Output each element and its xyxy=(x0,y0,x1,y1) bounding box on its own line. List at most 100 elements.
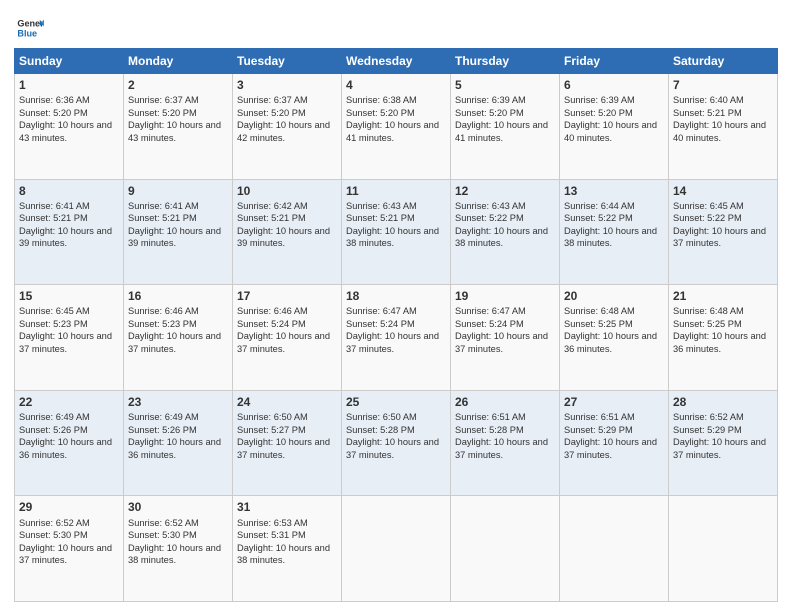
calendar-cell: 5Sunrise: 6:39 AM Sunset: 5:20 PM Daylig… xyxy=(451,74,560,180)
day-header-friday: Friday xyxy=(560,49,669,74)
day-number: 16 xyxy=(128,288,228,304)
cell-content: Sunrise: 6:39 AM Sunset: 5:20 PM Dayligh… xyxy=(455,94,555,144)
cell-content: Sunrise: 6:53 AM Sunset: 5:31 PM Dayligh… xyxy=(237,517,337,567)
cell-content: Sunrise: 6:46 AM Sunset: 5:23 PM Dayligh… xyxy=(128,305,228,355)
calendar-cell: 29Sunrise: 6:52 AM Sunset: 5:30 PM Dayli… xyxy=(15,496,124,602)
calendar-cell: 19Sunrise: 6:47 AM Sunset: 5:24 PM Dayli… xyxy=(451,285,560,391)
calendar-table: SundayMondayTuesdayWednesdayThursdayFrid… xyxy=(14,48,778,602)
cell-content: Sunrise: 6:44 AM Sunset: 5:22 PM Dayligh… xyxy=(564,200,664,250)
calendar-cell: 3Sunrise: 6:37 AM Sunset: 5:20 PM Daylig… xyxy=(233,74,342,180)
calendar-cell: 24Sunrise: 6:50 AM Sunset: 5:27 PM Dayli… xyxy=(233,390,342,496)
day-number: 27 xyxy=(564,394,664,410)
calendar-cell: 10Sunrise: 6:42 AM Sunset: 5:21 PM Dayli… xyxy=(233,179,342,285)
cell-content: Sunrise: 6:41 AM Sunset: 5:21 PM Dayligh… xyxy=(19,200,119,250)
cell-content: Sunrise: 6:37 AM Sunset: 5:20 PM Dayligh… xyxy=(237,94,337,144)
calendar-cell: 14Sunrise: 6:45 AM Sunset: 5:22 PM Dayli… xyxy=(669,179,778,285)
day-number: 21 xyxy=(673,288,773,304)
day-number: 5 xyxy=(455,77,555,93)
day-number: 13 xyxy=(564,183,664,199)
cell-content: Sunrise: 6:51 AM Sunset: 5:29 PM Dayligh… xyxy=(564,411,664,461)
day-number: 6 xyxy=(564,77,664,93)
day-header-sunday: Sunday xyxy=(15,49,124,74)
calendar-cell: 25Sunrise: 6:50 AM Sunset: 5:28 PM Dayli… xyxy=(342,390,451,496)
logo: General Blue xyxy=(14,14,44,42)
calendar-cell: 2Sunrise: 6:37 AM Sunset: 5:20 PM Daylig… xyxy=(124,74,233,180)
cell-content: Sunrise: 6:46 AM Sunset: 5:24 PM Dayligh… xyxy=(237,305,337,355)
calendar-cell: 1Sunrise: 6:36 AM Sunset: 5:20 PM Daylig… xyxy=(15,74,124,180)
calendar-week-1: 1Sunrise: 6:36 AM Sunset: 5:20 PM Daylig… xyxy=(15,74,778,180)
calendar-cell: 16Sunrise: 6:46 AM Sunset: 5:23 PM Dayli… xyxy=(124,285,233,391)
day-number: 14 xyxy=(673,183,773,199)
day-number: 10 xyxy=(237,183,337,199)
day-number: 8 xyxy=(19,183,119,199)
cell-content: Sunrise: 6:43 AM Sunset: 5:22 PM Dayligh… xyxy=(455,200,555,250)
calendar-cell: 30 Sunrise: 6:52 AM Sunset: 5:30 PM Dayli… xyxy=(124,496,233,602)
day-number: 4 xyxy=(346,77,446,93)
day-number: 2 xyxy=(128,77,228,93)
calendar-cell: 18Sunrise: 6:47 AM Sunset: 5:24 PM Dayli… xyxy=(342,285,451,391)
calendar-cell: 21Sunrise: 6:48 AM Sunset: 5:25 PM Dayli… xyxy=(669,285,778,391)
cell-content: Sunrise: 6:38 AM Sunset: 5:20 PM Dayligh… xyxy=(346,94,446,144)
day-header-monday: Monday xyxy=(124,49,233,74)
calendar-cell: 15Sunrise: 6:45 AM Sunset: 5:23 PM Dayli… xyxy=(15,285,124,391)
cell-content: Sunrise: 6:51 AM Sunset: 5:28 PM Dayligh… xyxy=(455,411,555,461)
day-number: 19 xyxy=(455,288,555,304)
calendar-cell: 12Sunrise: 6:43 AM Sunset: 5:22 PM Dayli… xyxy=(451,179,560,285)
cell-content: Sunrise: 6:43 AM Sunset: 5:21 PM Dayligh… xyxy=(346,200,446,250)
calendar-cell xyxy=(669,496,778,602)
cell-content: Sunrise: 6:40 AM Sunset: 5:21 PM Dayligh… xyxy=(673,94,773,144)
cell-content: Sunrise: 6:39 AM Sunset: 5:20 PM Dayligh… xyxy=(564,94,664,144)
svg-text:Blue: Blue xyxy=(17,28,37,38)
day-header-wednesday: Wednesday xyxy=(342,49,451,74)
calendar-cell: 31Sunrise: 6:53 AM Sunset: 5:31 PM Dayli… xyxy=(233,496,342,602)
calendar-body: 1Sunrise: 6:36 AM Sunset: 5:20 PM Daylig… xyxy=(15,74,778,602)
cell-content: Sunrise: 6:45 AM Sunset: 5:22 PM Dayligh… xyxy=(673,200,773,250)
day-number: 30 xyxy=(128,499,228,515)
day-number: 15 xyxy=(19,288,119,304)
day-number: 26 xyxy=(455,394,555,410)
cell-content: Sunrise: 6:49 AM Sunset: 5:26 PM Dayligh… xyxy=(128,411,228,461)
cell-content: Sunrise: 6:42 AM Sunset: 5:21 PM Dayligh… xyxy=(237,200,337,250)
day-number: 7 xyxy=(673,77,773,93)
day-number: 18 xyxy=(346,288,446,304)
day-number: 9 xyxy=(128,183,228,199)
day-number: 22 xyxy=(19,394,119,410)
cell-content: Sunrise: 6:49 AM Sunset: 5:26 PM Dayligh… xyxy=(19,411,119,461)
calendar-cell: 22Sunrise: 6:49 AM Sunset: 5:26 PM Dayli… xyxy=(15,390,124,496)
calendar-cell: 20Sunrise: 6:48 AM Sunset: 5:25 PM Dayli… xyxy=(560,285,669,391)
cell-content: Sunrise: 6:50 AM Sunset: 5:27 PM Dayligh… xyxy=(237,411,337,461)
cell-content: Sunrise: 6:47 AM Sunset: 5:24 PM Dayligh… xyxy=(346,305,446,355)
cell-content: Sunrise: 6:50 AM Sunset: 5:28 PM Dayligh… xyxy=(346,411,446,461)
header: General Blue xyxy=(14,10,778,42)
calendar-cell xyxy=(342,496,451,602)
calendar-cell: 26Sunrise: 6:51 AM Sunset: 5:28 PM Dayli… xyxy=(451,390,560,496)
day-number: 28 xyxy=(673,394,773,410)
day-header-thursday: Thursday xyxy=(451,49,560,74)
calendar-cell: 6Sunrise: 6:39 AM Sunset: 5:20 PM Daylig… xyxy=(560,74,669,180)
cell-content: Sunrise: 6:52 AM Sunset: 5:30 PM Dayligh… xyxy=(128,517,228,567)
day-number: 29 xyxy=(19,499,119,515)
day-number: 12 xyxy=(455,183,555,199)
day-number: 25 xyxy=(346,394,446,410)
calendar-cell: 27Sunrise: 6:51 AM Sunset: 5:29 PM Dayli… xyxy=(560,390,669,496)
page: General Blue SundayMondayTuesdayWednesda… xyxy=(0,0,792,612)
cell-content: Sunrise: 6:48 AM Sunset: 5:25 PM Dayligh… xyxy=(564,305,664,355)
calendar-cell xyxy=(451,496,560,602)
calendar-week-4: 22Sunrise: 6:49 AM Sunset: 5:26 PM Dayli… xyxy=(15,390,778,496)
cell-content: Sunrise: 6:45 AM Sunset: 5:23 PM Dayligh… xyxy=(19,305,119,355)
calendar-cell: 11Sunrise: 6:43 AM Sunset: 5:21 PM Dayli… xyxy=(342,179,451,285)
calendar-header-row: SundayMondayTuesdayWednesdayThursdayFrid… xyxy=(15,49,778,74)
calendar-cell: 9Sunrise: 6:41 AM Sunset: 5:21 PM Daylig… xyxy=(124,179,233,285)
day-number: 23 xyxy=(128,394,228,410)
cell-content: Sunrise: 6:52 AM Sunset: 5:29 PM Dayligh… xyxy=(673,411,773,461)
cell-content: Sunrise: 6:36 AM Sunset: 5:20 PM Dayligh… xyxy=(19,94,119,144)
calendar-week-2: 8Sunrise: 6:41 AM Sunset: 5:21 PM Daylig… xyxy=(15,179,778,285)
calendar-week-3: 15Sunrise: 6:45 AM Sunset: 5:23 PM Dayli… xyxy=(15,285,778,391)
calendar-cell: 28Sunrise: 6:52 AM Sunset: 5:29 PM Dayli… xyxy=(669,390,778,496)
day-number: 1 xyxy=(19,77,119,93)
calendar-cell: 17Sunrise: 6:46 AM Sunset: 5:24 PM Dayli… xyxy=(233,285,342,391)
day-number: 20 xyxy=(564,288,664,304)
day-header-tuesday: Tuesday xyxy=(233,49,342,74)
logo-icon: General Blue xyxy=(16,14,44,42)
calendar-cell: 23Sunrise: 6:49 AM Sunset: 5:26 PM Dayli… xyxy=(124,390,233,496)
